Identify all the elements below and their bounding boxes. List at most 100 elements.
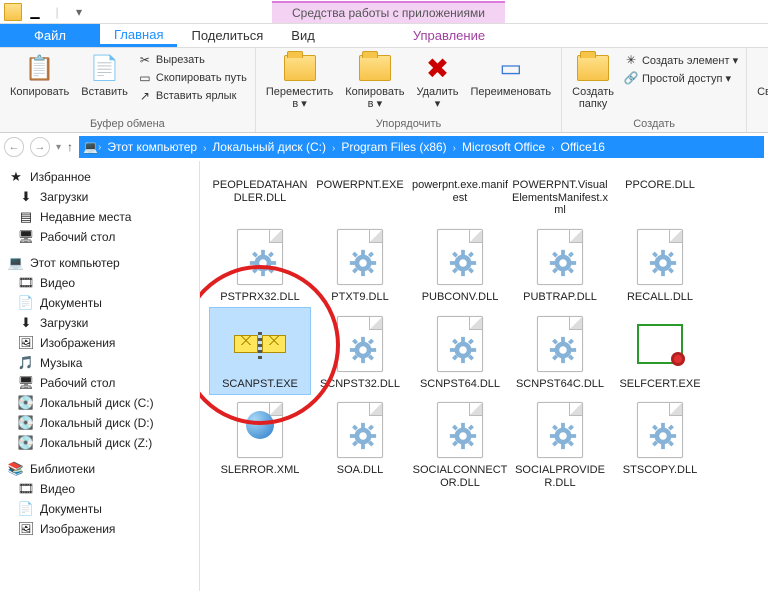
- tab-manage[interactable]: Управление: [399, 24, 499, 47]
- forward-button[interactable]: →: [30, 137, 50, 157]
- copy-path-button[interactable]: ▭Скопировать путь: [136, 70, 249, 86]
- nav-section[interactable]: 📚Библиотеки: [4, 459, 195, 479]
- breadcrumb-segment[interactable]: Этот компьютер: [101, 140, 203, 154]
- file-name-label: SOCIALCONNECTOR.DLL: [412, 464, 508, 489]
- file-name-label: SCANPST.EXE: [212, 378, 308, 391]
- video-icon: 🎞: [18, 275, 34, 291]
- breadcrumb-computer-icon: 💻: [83, 140, 98, 154]
- disk-icon: 💽: [18, 435, 34, 451]
- file-name-label: POWERPNT.VisualElementsManifest.xml: [512, 179, 608, 217]
- file-item[interactable]: SOCIALCONNECTOR.DLL: [410, 394, 510, 493]
- path-icon: ▭: [138, 71, 152, 85]
- new-folder-button[interactable]: Создать папку: [568, 50, 618, 112]
- qat-separator: |: [48, 3, 66, 21]
- file-thumbnail: [228, 312, 292, 376]
- breadcrumb-segment[interactable]: Локальный диск (C:): [206, 140, 332, 154]
- cut-button[interactable]: ✂Вырезать: [136, 52, 249, 68]
- nav-item[interactable]: 📄Документы: [4, 293, 195, 313]
- file-item[interactable]: PSTPRX32.DLL: [210, 221, 310, 308]
- nav-item-label: Видео: [40, 482, 75, 496]
- copy-button[interactable]: 📋 Копировать: [6, 50, 73, 100]
- rename-icon: ▭: [495, 52, 527, 84]
- file-item[interactable]: SLERROR.XML: [210, 394, 310, 493]
- paste-label: Вставить: [81, 86, 128, 98]
- nav-item[interactable]: ▤Недавние места: [4, 207, 195, 227]
- history-dropdown-icon[interactable]: ▾: [56, 142, 61, 153]
- tab-share[interactable]: Поделиться: [177, 24, 277, 47]
- properties-button[interactable]: ✔Свойства ▾: [753, 50, 768, 112]
- nav-item[interactable]: 💽Локальный диск (C:): [4, 393, 195, 413]
- tab-home[interactable]: Главная: [100, 24, 177, 47]
- file-item[interactable]: SOCIALPROVIDER.DLL: [510, 394, 610, 493]
- nav-item[interactable]: 📄Документы: [4, 499, 195, 519]
- nav-section[interactable]: ★Избранное: [4, 167, 195, 187]
- file-item[interactable]: RECALL.DLL: [610, 221, 710, 308]
- folder-icon: [4, 3, 22, 21]
- nav-item[interactable]: 🖼Изображения: [4, 333, 195, 353]
- file-item[interactable]: powerpnt.exe.manifest: [410, 163, 510, 221]
- nav-item[interactable]: 💽Локальный диск (D:): [4, 413, 195, 433]
- chevron-right-icon: ›: [551, 143, 554, 154]
- nav-item[interactable]: 🎞Видео: [4, 273, 195, 293]
- nav-item[interactable]: ⬇Загрузки: [4, 187, 195, 207]
- file-item[interactable]: PTXT9.DLL: [310, 221, 410, 308]
- nav-item[interactable]: 🖥Рабочий стол: [4, 227, 195, 247]
- desktop-icon: 🖥: [18, 229, 34, 245]
- group-create: Создать папку ✳Создать элемент ▾ 🔗Просто…: [562, 48, 747, 132]
- disk-icon: 💽: [18, 415, 34, 431]
- tab-file[interactable]: Файл: [0, 24, 100, 47]
- nav-item[interactable]: 🎵Музыка: [4, 353, 195, 373]
- ribbon: 📋 Копировать 📄 Вставить ✂Вырезать ▭Скопи…: [0, 48, 768, 133]
- new-item-button[interactable]: ✳Создать элемент ▾: [622, 52, 740, 68]
- desktop-icon: 🖥: [18, 375, 34, 391]
- copy-to-button[interactable]: Копировать в ▾: [341, 50, 408, 112]
- move-icon: [284, 52, 316, 84]
- file-name-label: RECALL.DLL: [612, 291, 708, 304]
- delete-button[interactable]: ✖Удалить ▾: [413, 50, 463, 112]
- address-bar: ← → ▾ ↑ 💻 › Этот компьютер›Локальный дис…: [0, 133, 768, 161]
- up-button[interactable]: ↑: [67, 140, 73, 154]
- file-item[interactable]: SCNPST64C.DLL: [510, 308, 610, 395]
- file-item[interactable]: PUBCONV.DLL: [410, 221, 510, 308]
- file-item[interactable]: SELFCERT.EXE: [610, 308, 710, 395]
- paste-shortcut-button[interactable]: ↗Вставить ярлык: [136, 88, 249, 104]
- file-item[interactable]: PEOPLEDATAHANDLER.DLL: [210, 163, 310, 221]
- file-name-label: PSTPRX32.DLL: [212, 291, 308, 304]
- disk-icon: 💽: [18, 395, 34, 411]
- music-icon: 🎵: [18, 355, 34, 371]
- copy-label: Копировать: [10, 86, 69, 98]
- file-item[interactable]: SOA.DLL: [310, 394, 410, 493]
- nav-item-label: Рабочий стол: [40, 376, 115, 390]
- nav-section[interactable]: 💻Этот компьютер: [4, 253, 195, 273]
- file-item[interactable]: STSCOPY.DLL: [610, 394, 710, 493]
- app-menu-icon[interactable]: ▁: [26, 3, 44, 21]
- paste-button[interactable]: 📄 Вставить: [77, 50, 132, 100]
- nav-item[interactable]: ⬇Загрузки: [4, 313, 195, 333]
- file-item[interactable]: POWERPNT.EXE: [310, 163, 410, 221]
- breadcrumb-segment[interactable]: Microsoft Office: [456, 140, 551, 154]
- nav-item[interactable]: 🖼Изображения: [4, 519, 195, 539]
- file-item[interactable]: PUBTRAP.DLL: [510, 221, 610, 308]
- tab-view[interactable]: Вид: [277, 24, 329, 47]
- file-item[interactable]: SCNPST64.DLL: [410, 308, 510, 395]
- breadcrumb-segment[interactable]: Program Files (x86): [335, 140, 452, 154]
- back-button[interactable]: ←: [4, 137, 24, 157]
- easy-access-button[interactable]: 🔗Простой доступ ▾: [622, 70, 740, 86]
- file-item[interactable]: SCANPST.EXE: [210, 308, 310, 395]
- file-thumbnail: [228, 167, 292, 177]
- file-item[interactable]: POWERPNT.VisualElementsManifest.xml: [510, 163, 610, 221]
- nav-item[interactable]: 💽Локальный диск (Z:): [4, 433, 195, 453]
- nav-item[interactable]: 🎞Видео: [4, 479, 195, 499]
- qat-dropdown-icon[interactable]: ▾: [70, 3, 88, 21]
- breadcrumb-segment[interactable]: Office16: [555, 140, 611, 154]
- file-thumbnail: [628, 167, 692, 177]
- file-thumbnail: [428, 312, 492, 376]
- nav-item[interactable]: 🖥 Рабочий стол: [4, 373, 195, 393]
- breadcrumb[interactable]: 💻 › Этот компьютер›Локальный диск (C:)›P…: [79, 136, 764, 158]
- file-item[interactable]: SCNPST32.DLL: [310, 308, 410, 395]
- file-item[interactable]: PPCORE.DLL: [610, 163, 710, 221]
- move-to-button[interactable]: Переместить в ▾: [262, 50, 337, 112]
- rename-button[interactable]: ▭Переименовать: [467, 50, 556, 100]
- file-thumbnail: [528, 312, 592, 376]
- navigation-pane: ★Избранное⬇Загрузки▤Недавние места🖥Рабоч…: [0, 161, 200, 591]
